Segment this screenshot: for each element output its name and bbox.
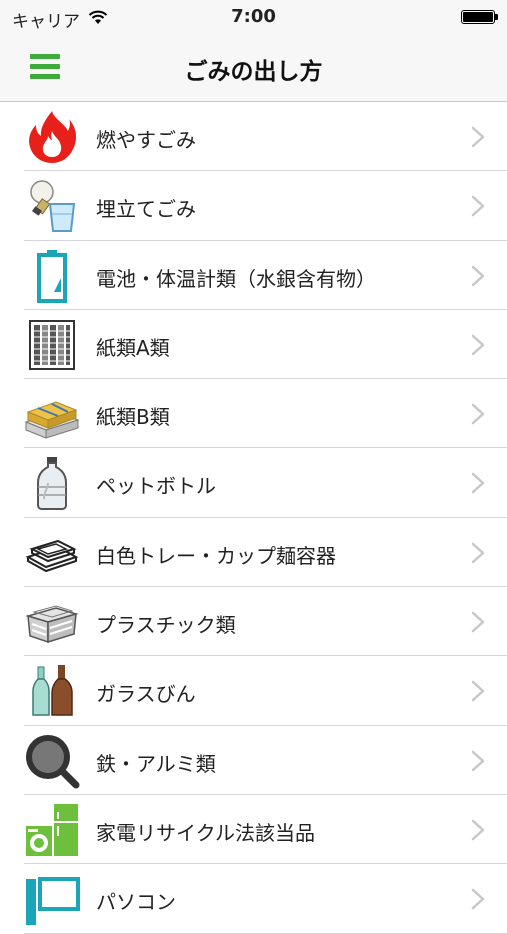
list-item-label: 紙類A類: [96, 335, 170, 360]
list-item-battery[interactable]: 電池・体温計類（水銀含有物）: [0, 241, 507, 311]
battery-icon: [461, 10, 498, 24]
chevron-right-icon: [471, 126, 485, 148]
chevron-right-icon: [471, 265, 485, 286]
chevron-right-icon: [471, 611, 485, 633]
list-item-white-tray[interactable]: 白色トレー・カップ麺容器: [0, 518, 507, 588]
page-title: ごみの出し方: [184, 59, 323, 85]
status-time: 7:00: [231, 6, 276, 27]
list-item-glass-bottle[interactable]: ガラスびん: [0, 656, 507, 726]
list-item-label: ガラスびん: [96, 682, 196, 707]
chevron-right-icon: [471, 403, 485, 425]
list-item-paper-b[interactable]: 紙類B類: [0, 379, 507, 449]
battery-icon: [24, 248, 80, 304]
list-item-label: 白色トレー・カップ麺容器: [96, 543, 336, 568]
chevron-right-icon: [471, 542, 485, 564]
chevron-right-icon: [471, 750, 485, 771]
navigation-bar: ごみの出し方: [0, 34, 507, 102]
list-item-label: 埋立てごみ: [96, 197, 196, 222]
list-item-computer[interactable]: パソコン: [0, 864, 507, 934]
paper-box-icon: [24, 317, 80, 373]
list-item-label: 家電リサイクル法該当品: [96, 820, 315, 845]
list-item-label: プラスチック類: [96, 613, 236, 638]
newspaper-bundle-icon: [24, 386, 80, 442]
chevron-right-icon: [471, 334, 485, 356]
list-item-paper-a[interactable]: 紙類A類: [0, 310, 507, 380]
list-item-label: 鉄・アルミ類: [96, 751, 216, 776]
lightbulb-glass-icon: [24, 178, 80, 234]
list-item-plastic[interactable]: プラスチック類: [0, 587, 507, 657]
flame-icon: [24, 109, 80, 165]
white-tray-icon: [24, 525, 80, 581]
chevron-right-icon: [471, 196, 485, 217]
chevron-right-icon: [471, 473, 485, 494]
computer-icon: [24, 871, 80, 927]
plastic-container-icon: [24, 594, 80, 650]
glass-bottles-icon: [24, 663, 80, 719]
chevron-right-icon: [471, 819, 485, 841]
list-item-label: 電池・体温計類（水銀含有物）: [96, 266, 376, 291]
frying-pan-icon: [24, 733, 80, 789]
list-item-label: ペットボトル: [96, 474, 216, 499]
status-bar: キャリア 7:00: [0, 0, 507, 34]
list-item-landfill[interactable]: 埋立てごみ: [0, 171, 507, 241]
list-item-burnable[interactable]: 燃やすごみ: [0, 102, 507, 172]
home-appliances-icon: [24, 802, 80, 858]
list-item-home-appliance[interactable]: 家電リサイクル法該当品: [0, 795, 507, 865]
category-list: 燃やすごみ 埋立てごみ 電池・体温計類（水銀含有物） 紙類A類 紙類B類 ペット…: [0, 102, 507, 934]
pet-bottle-icon: [24, 455, 80, 511]
chevron-right-icon: [471, 889, 485, 910]
chevron-right-icon: [471, 681, 485, 702]
list-item-metal[interactable]: 鉄・アルミ類: [0, 726, 507, 796]
list-item-label: 燃やすごみ: [96, 128, 196, 152]
list-item-label: 紙類B類: [96, 405, 170, 430]
list-item-pet-bottle[interactable]: ペットボトル: [0, 448, 507, 519]
list-item-label: パソコン: [96, 890, 176, 915]
